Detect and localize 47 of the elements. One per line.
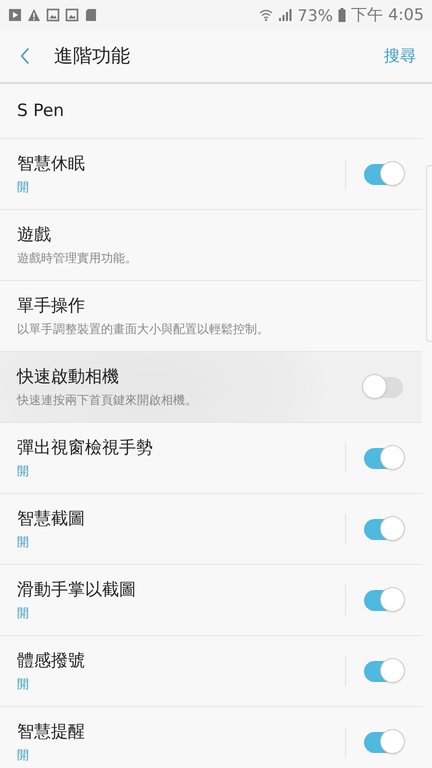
settings-item[interactable]: 智慧提醒 開 <box>0 707 422 768</box>
settings-item[interactable]: 彈出視窗檢視手勢 開 <box>0 423 422 494</box>
image-icon <box>65 8 79 22</box>
item-title: 智慧截圖 <box>17 508 86 530</box>
item-title: 單手操作 <box>17 295 86 317</box>
image-icon <box>46 8 60 22</box>
settings-item[interactable]: 快速啟動相機 快速連按兩下首頁鍵來開啟相機。 <box>0 352 422 423</box>
video-icon <box>8 8 22 22</box>
item-status: 開 <box>17 179 30 196</box>
item-title: S Pen <box>17 101 66 121</box>
item-status: 開 <box>17 676 30 693</box>
toggle-switch[interactable] <box>364 448 403 468</box>
item-description: 快速連按兩下首頁鍵來開啟相機。 <box>17 392 198 409</box>
clock: 下午 4:05 <box>350 4 424 26</box>
wifi-icon <box>259 8 274 22</box>
battery-icon <box>338 8 346 22</box>
toggle-switch[interactable] <box>364 376 403 398</box>
item-title: 遊戲 <box>17 224 52 246</box>
toggle-switch[interactable] <box>364 732 403 752</box>
item-title: 彈出視窗檢視手勢 <box>17 437 154 459</box>
page-title: 進階功能 <box>54 44 131 69</box>
back-icon <box>20 47 30 65</box>
item-status: 開 <box>17 534 30 551</box>
signal-icon <box>278 8 292 22</box>
sd-card-icon <box>84 8 98 22</box>
item-status: 開 <box>17 463 30 480</box>
settings-item[interactable]: 滑動手掌以截圖 開 <box>0 565 422 636</box>
item-title: 滑動手掌以截圖 <box>17 579 137 601</box>
battery-percent: 73% <box>297 6 333 24</box>
toggle-switch[interactable] <box>364 590 403 610</box>
item-title: 智慧提醒 <box>17 721 86 743</box>
settings-item[interactable]: S Pen <box>0 84 422 139</box>
item-title: 智慧休眠 <box>17 153 86 175</box>
settings-item[interactable]: 遊戲 遊戲時管理實用功能。 <box>0 210 422 281</box>
item-status: 開 <box>17 747 30 764</box>
item-title: 快速啟動相機 <box>17 366 120 388</box>
settings-item[interactable]: 智慧截圖 開 <box>0 494 422 565</box>
toggle-switch[interactable] <box>364 518 403 540</box>
toggle-switch[interactable] <box>364 164 403 184</box>
settings-item[interactable]: 體感撥號 開 <box>0 636 422 707</box>
item-description: 遊戲時管理實用功能。 <box>17 250 138 267</box>
item-status: 開 <box>17 605 30 622</box>
settings-item[interactable]: 智慧休眠 開 <box>0 139 422 210</box>
warning-icon <box>27 8 41 22</box>
item-title: 體感撥號 <box>17 650 86 672</box>
toggle-switch[interactable] <box>364 660 403 682</box>
item-description: 以單手調整裝置的畫面大小與配置以輕鬆控制。 <box>17 321 270 338</box>
